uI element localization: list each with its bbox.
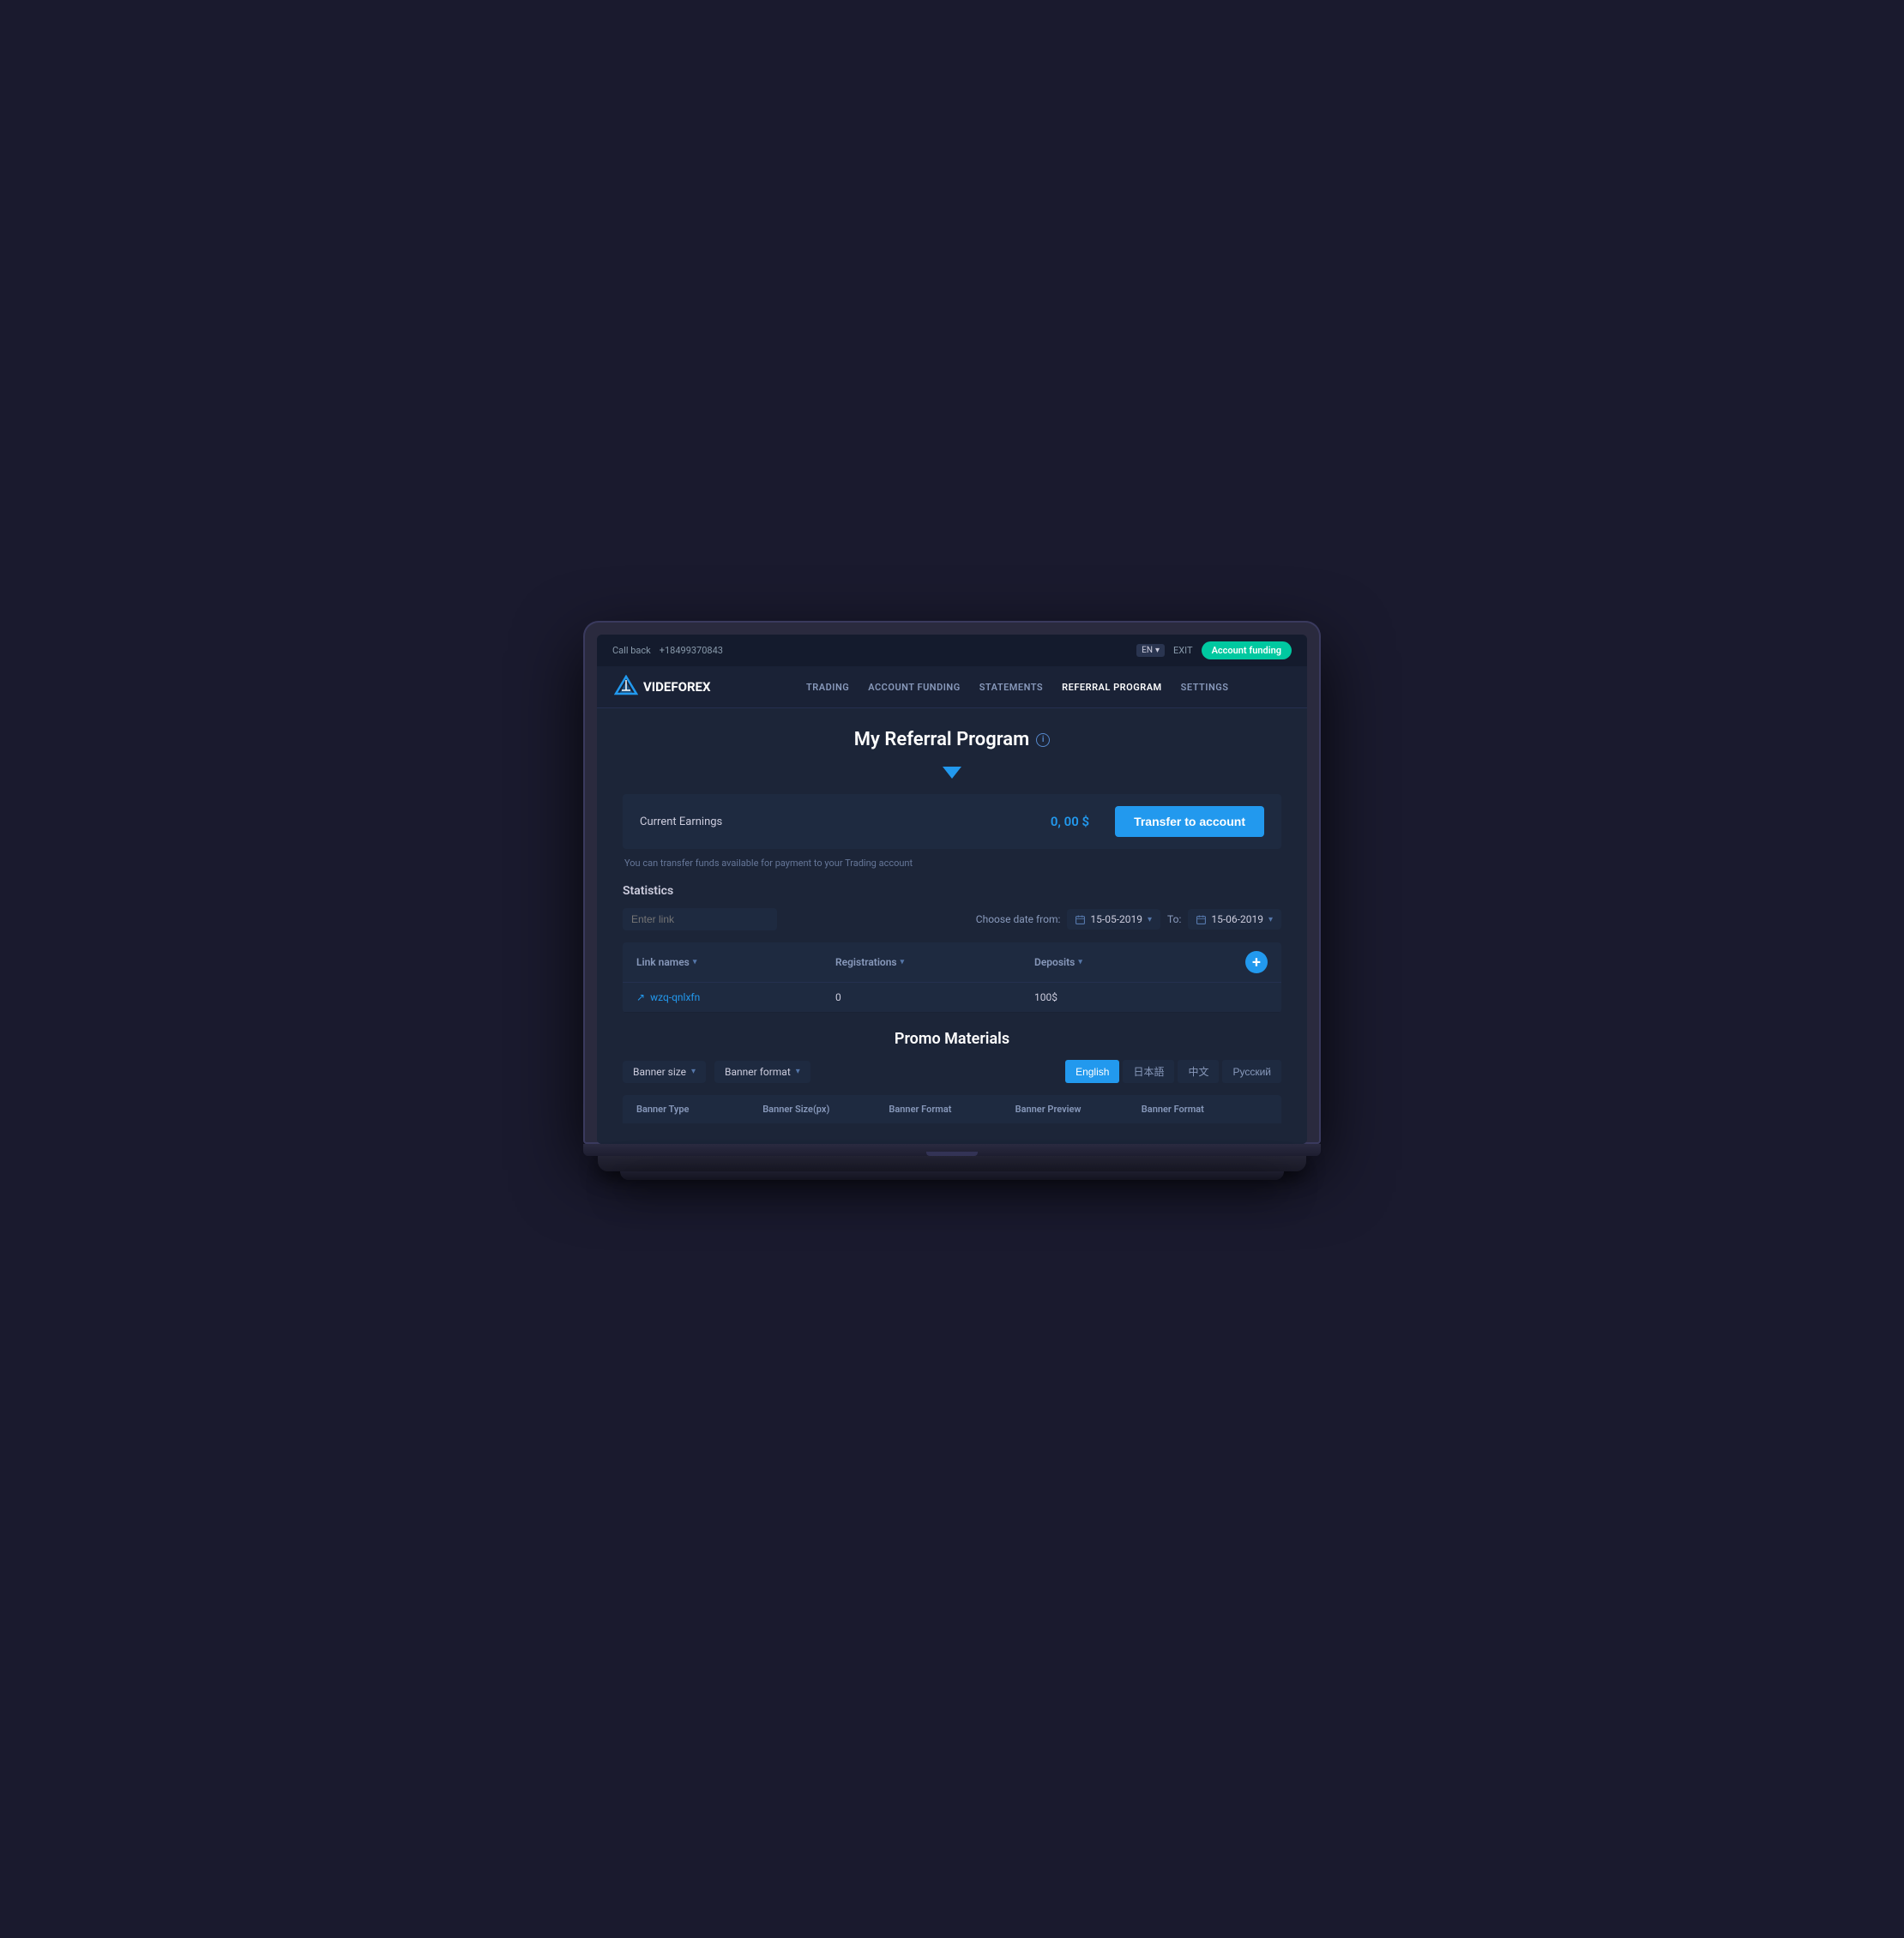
cell-registrations: 0	[835, 991, 1034, 1003]
banner-col-preview: Banner Preview	[1015, 1104, 1142, 1115]
lang-button-japanese[interactable]: 日本語	[1123, 1060, 1174, 1083]
screen: Call back +18499370843 EN ▾ EXIT Account…	[597, 635, 1307, 1144]
col-link-names: Link names ▾	[636, 951, 835, 973]
banner-size-caret: ▾	[691, 1067, 696, 1076]
search-box	[623, 908, 777, 930]
banner-format-caret: ▾	[796, 1067, 800, 1076]
nav-trading[interactable]: TRADING	[806, 682, 849, 693]
table-header: Link names ▾ Registrations ▾ Deposits ▾	[623, 942, 1281, 983]
callback-label: Call back	[612, 645, 651, 656]
date-to-value: 15-06-2019	[1211, 913, 1263, 925]
calendar-icon	[1076, 915, 1085, 924]
page-title: My Referral Program i	[854, 729, 1050, 750]
banner-col-format: Banner Format	[889, 1104, 1015, 1115]
date-to-arrow: ▾	[1268, 915, 1273, 924]
lang-caret: ▾	[1155, 646, 1160, 655]
statistics-title: Statistics	[623, 884, 1281, 898]
cell-deposits: 100$	[1034, 991, 1233, 1003]
transfer-button[interactable]: Transfer to account	[1115, 806, 1264, 837]
account-funding-button[interactable]: Account funding	[1202, 641, 1292, 659]
laptop-frame: Call back +18499370843 EN ▾ EXIT Account…	[583, 621, 1321, 1180]
laptop-base	[583, 1144, 1321, 1156]
top-bar-right: EN ▾ EXIT Account funding	[1136, 641, 1292, 659]
banner-col-type: Banner Type	[636, 1104, 762, 1115]
laptop-stand	[598, 1156, 1306, 1171]
lang-code: EN	[1142, 646, 1153, 655]
nav-links: TRADING ACCOUNT FUNDING STATEMENTS REFER…	[745, 682, 1290, 693]
chevron-icon	[943, 767, 961, 779]
earnings-value: 0, 00 $	[1051, 814, 1089, 829]
language-buttons: English 日本語 中文 Русский	[1065, 1060, 1281, 1083]
stats-table: Link names ▾ Registrations ▾ Deposits ▾	[623, 942, 1281, 1013]
col-deposits: Deposits ▾	[1034, 951, 1233, 973]
date-from-label: Choose date from:	[976, 913, 1061, 925]
info-icon[interactable]: i	[1036, 733, 1050, 747]
lang-button-russian[interactable]: Русский	[1222, 1060, 1281, 1083]
statistics-section: Statistics Choose date from:	[623, 884, 1281, 1013]
nav-account-funding[interactable]: ACCOUNT FUNDING	[868, 682, 960, 693]
date-from-arrow: ▾	[1148, 915, 1152, 924]
earnings-row: Current Earnings 0, 00 $ Transfer to acc…	[623, 794, 1281, 849]
lang-button-chinese[interactable]: 中文	[1178, 1060, 1219, 1083]
phone-number[interactable]: +18499370843	[660, 645, 723, 656]
link-arrow-icon: ↗	[636, 991, 645, 1003]
laptop-foot	[620, 1171, 1284, 1180]
logo-text: VIDEFOREX	[643, 679, 711, 695]
nav-referral-program[interactable]: REFERRAL PROGRAM	[1062, 682, 1162, 693]
chevron-down	[623, 766, 1281, 782]
col-actions: +	[1233, 951, 1268, 973]
date-to-picker[interactable]: 15-06-2019 ▾	[1188, 909, 1281, 930]
sort-registrations[interactable]: ▾	[901, 958, 905, 966]
sort-link-names[interactable]: ▾	[693, 958, 697, 966]
banner-size-dropdown[interactable]: Banner size ▾	[623, 1061, 706, 1083]
col-registrations: Registrations ▾	[835, 951, 1034, 973]
nav-settings[interactable]: SETTINGS	[1181, 682, 1229, 693]
nav-statements[interactable]: STATEMENTS	[979, 682, 1043, 693]
cell-link: ↗ wzq-qnlxfn	[636, 991, 835, 1003]
earnings-label: Current Earnings	[640, 816, 1042, 828]
search-input[interactable]	[631, 913, 764, 925]
banner-col-format-2: Banner Format	[1142, 1104, 1268, 1115]
transfer-note: You can transfer funds available for pay…	[623, 858, 1281, 869]
navbar: VIDEFOREX TRADING ACCOUNT FUNDING STATEM…	[597, 666, 1307, 708]
page-title-area: My Referral Program i	[623, 729, 1281, 750]
lang-button-english[interactable]: English	[1065, 1060, 1119, 1083]
logo[interactable]: VIDEFOREX	[614, 675, 711, 699]
exit-button[interactable]: EXIT	[1173, 645, 1193, 656]
stats-filters: Choose date from: 15-05-2019 ▾	[623, 908, 1281, 930]
banner-col-size: Banner Size(px)	[762, 1104, 889, 1115]
promo-controls: Banner size ▾ Banner format ▾ English 日本…	[623, 1060, 1281, 1083]
link-name-value[interactable]: wzq-qnlxfn	[650, 991, 700, 1003]
date-from-picker[interactable]: 15-05-2019 ▾	[1067, 909, 1160, 930]
language-badge[interactable]: EN ▾	[1136, 644, 1165, 657]
screen-bezel: Call back +18499370843 EN ▾ EXIT Account…	[583, 621, 1321, 1144]
main-content: My Referral Program i Current Earnings 0…	[597, 708, 1307, 1144]
logo-icon	[614, 675, 638, 699]
top-bar-left: Call back +18499370843	[612, 645, 723, 656]
promo-title: Promo Materials	[623, 1030, 1281, 1048]
promo-section: Promo Materials Banner size ▾ Banner for…	[623, 1030, 1281, 1123]
calendar-icon-2	[1196, 915, 1206, 924]
banner-table-header: Banner Type Banner Size(px) Banner Forma…	[623, 1095, 1281, 1123]
top-bar: Call back +18499370843 EN ▾ EXIT Account…	[597, 635, 1307, 666]
date-filters: Choose date from: 15-05-2019 ▾	[976, 909, 1281, 930]
banner-format-dropdown[interactable]: Banner format ▾	[714, 1061, 810, 1083]
table-row: ↗ wzq-qnlxfn 0 100$	[623, 983, 1281, 1013]
sort-deposits[interactable]: ▾	[1078, 958, 1082, 966]
date-from-value: 15-05-2019	[1090, 913, 1142, 925]
date-to-label: To:	[1167, 913, 1181, 925]
add-link-button[interactable]: +	[1245, 951, 1268, 973]
